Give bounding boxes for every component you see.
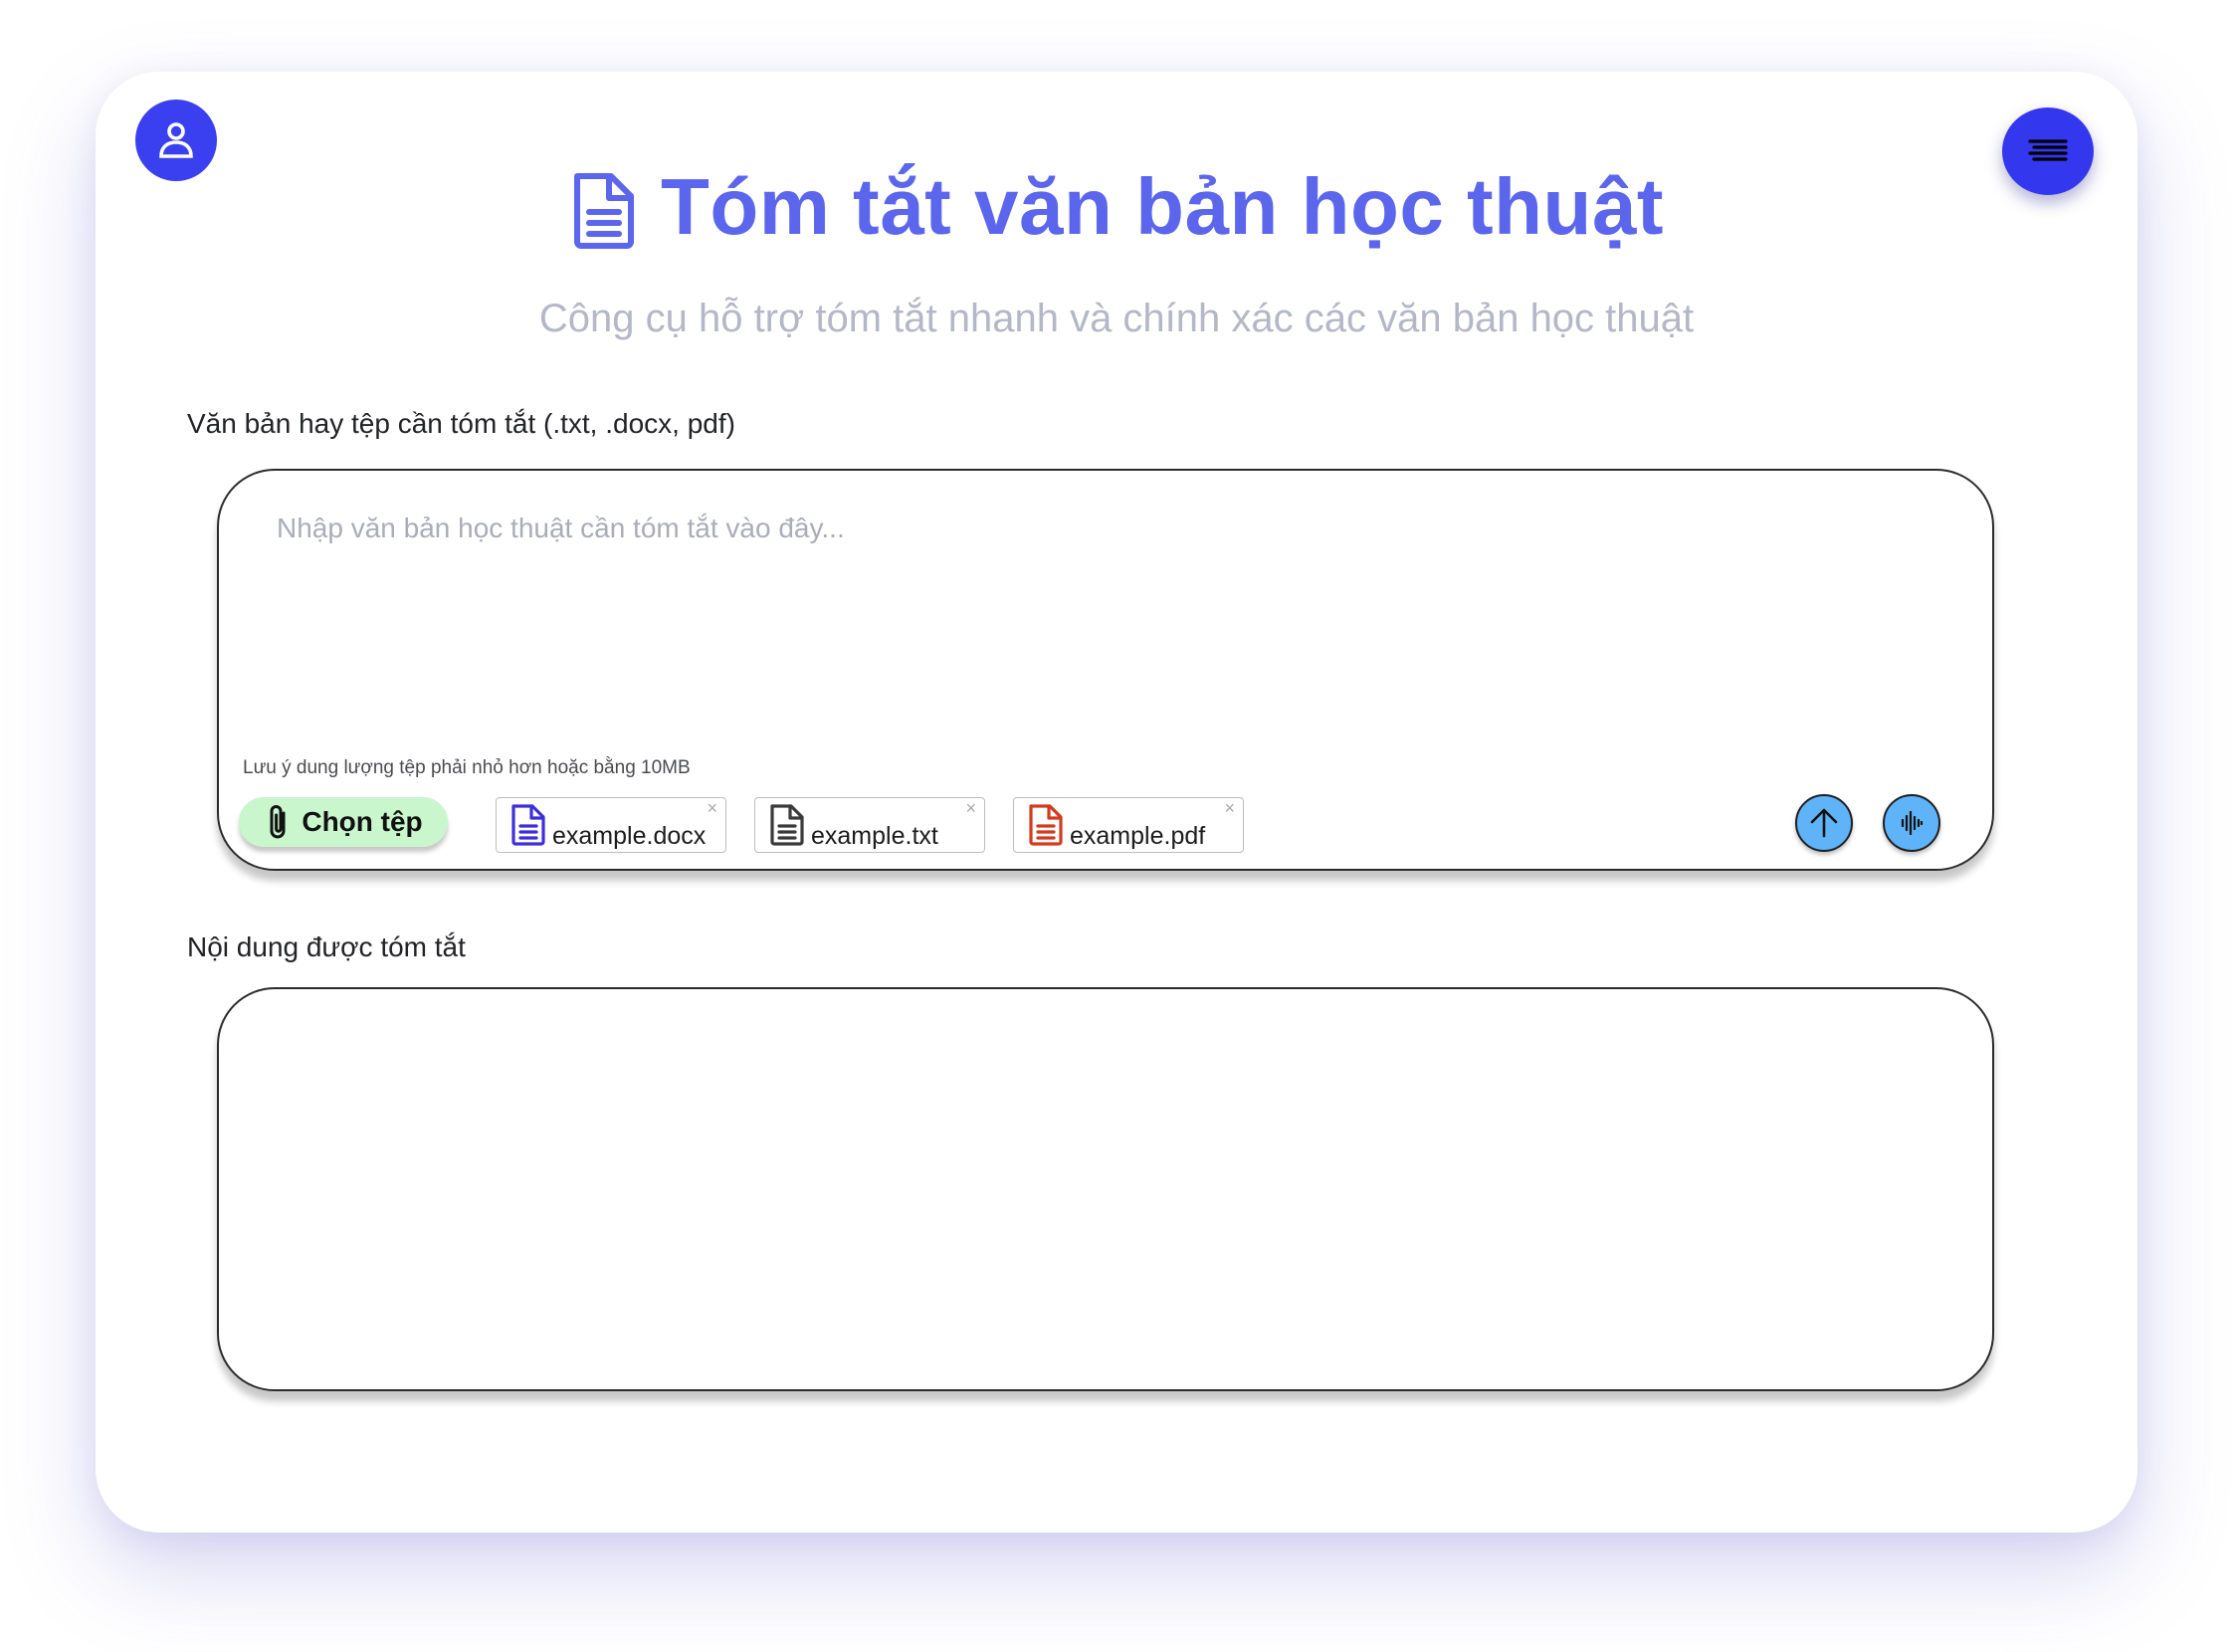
docx-file-icon: [511, 804, 545, 846]
choose-file-label: Chọn tệp: [302, 806, 423, 837]
remove-file-icon[interactable]: ×: [965, 798, 976, 818]
file-name: example.docx: [552, 822, 707, 850]
file-name: example.txt: [811, 822, 938, 850]
file-name: example.pdf: [1070, 822, 1206, 850]
remove-file-icon[interactable]: ×: [1224, 798, 1235, 818]
txt-file-icon: [770, 804, 804, 846]
user-icon: [159, 122, 193, 158]
input-section-label: Văn bản hay tệp cần tóm tắt (.txt, .docx…: [187, 408, 735, 439]
document-icon: [569, 170, 639, 250]
output-section-label: Nội dung được tóm tắt: [187, 931, 466, 962]
page-title: Tóm tắt văn bản học thuật: [660, 162, 1665, 251]
pdf-file-icon: [1029, 804, 1063, 846]
input-panel: Lưu ý dung lượng tệp phải nhỏ hơn hoặc b…: [217, 469, 1994, 871]
file-chip-txt[interactable]: example.txt ×: [754, 797, 985, 853]
page: Tóm tắt văn bản học thuật Công cụ hỗ trợ…: [0, 0, 2233, 1652]
arrow-up-icon: [1810, 808, 1838, 838]
remove-file-icon[interactable]: ×: [707, 798, 717, 818]
voice-waveform-icon: [1901, 810, 1924, 836]
submit-upload-button[interactable]: [1795, 794, 1853, 852]
file-size-note: Lưu ý dung lượng tệp phải nhỏ hơn hoặc b…: [243, 757, 691, 778]
file-chip-pdf[interactable]: example.pdf ×: [1013, 797, 1244, 853]
paperclip-icon: [270, 805, 286, 839]
source-text-input[interactable]: [277, 513, 1928, 672]
file-chip-docx[interactable]: example.docx ×: [496, 797, 726, 853]
summary-output-panel[interactable]: [217, 987, 1994, 1391]
voice-input-button[interactable]: [1883, 794, 1940, 852]
main-card: Tóm tắt văn bản học thuật Công cụ hỗ trợ…: [96, 72, 2137, 1533]
choose-file-button[interactable]: Chọn tệp: [239, 797, 448, 847]
page-subtitle: Công cụ hỗ trợ tóm tắt nhanh và chính xá…: [538, 297, 1695, 340]
header: Tóm tắt văn bản học thuật: [96, 161, 2137, 253]
